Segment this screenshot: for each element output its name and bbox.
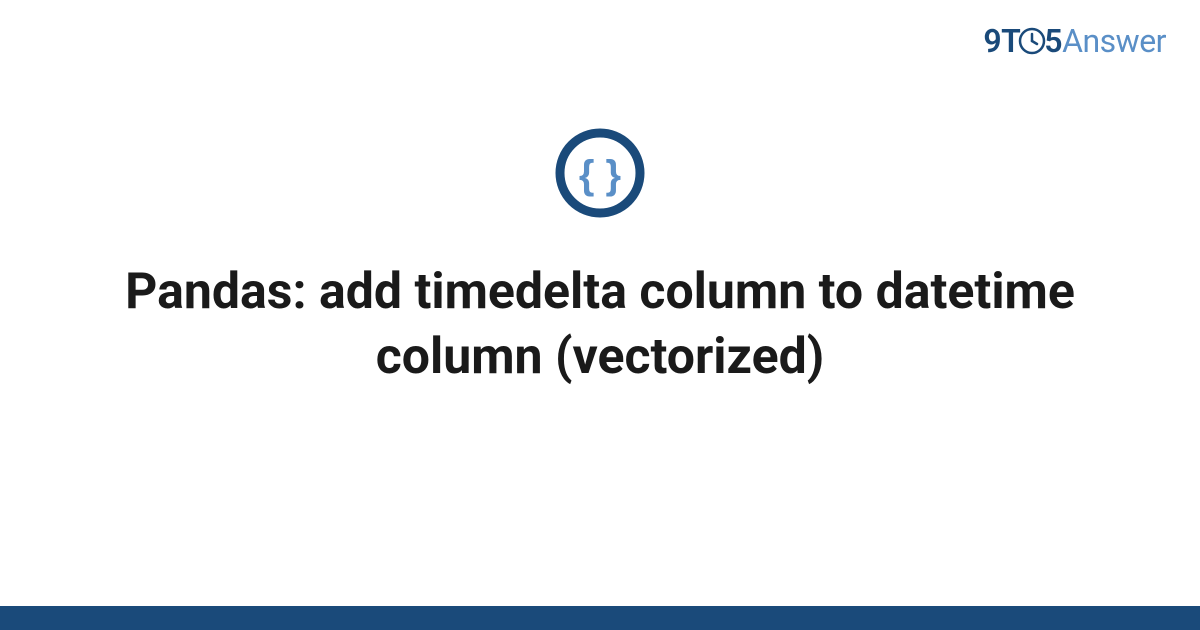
site-logo: 9T 5Answer <box>983 22 1166 63</box>
page-title: Pandas: add timedelta column to datetime… <box>0 260 1200 390</box>
footer-bar <box>0 606 1200 630</box>
code-braces-icon: { } <box>555 128 645 222</box>
logo-text-5: 5 <box>1044 22 1062 60</box>
svg-text:{ }: { } <box>579 153 621 197</box>
logo-text-answer: Answer <box>1062 22 1166 60</box>
clock-icon <box>1018 25 1046 63</box>
logo-text-9t: 9T <box>983 22 1020 60</box>
